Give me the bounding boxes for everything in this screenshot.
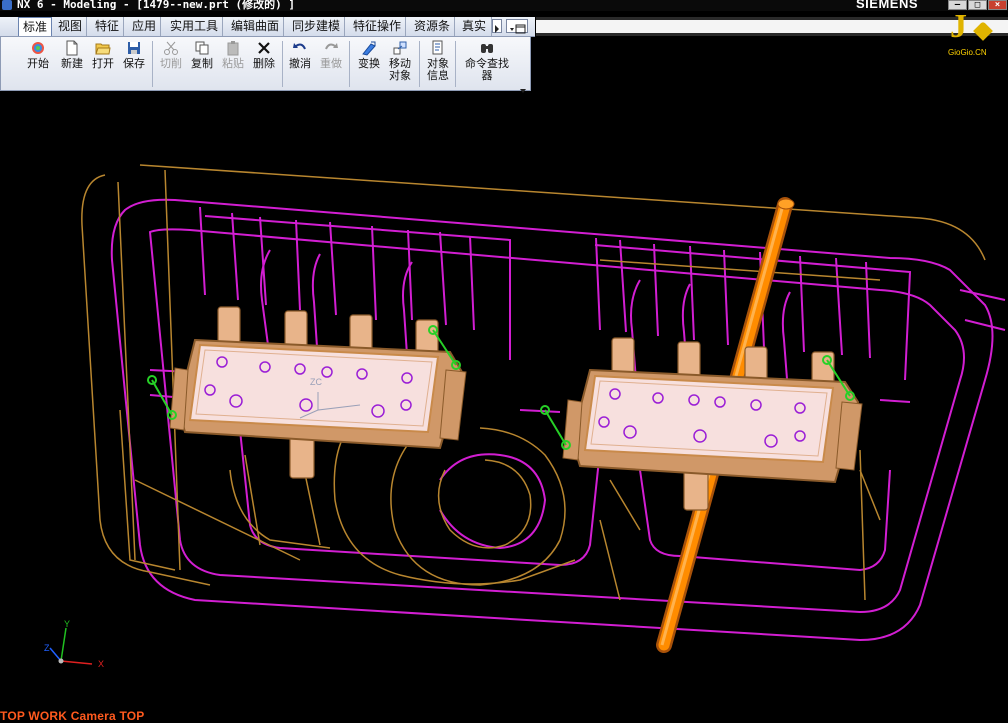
window-title: NX 6 - Modeling - [1479--new.prt (修改的) ]: [17, 0, 296, 11]
save-button[interactable]: 保存: [121, 40, 147, 70]
command-finder-icon: [481, 44, 493, 53]
transform-button[interactable]: 变换: [355, 40, 383, 70]
toolbar-tab-bar: 标准 视图 特征 应用 实用工具 编辑曲面 同步建模 特征操作 资源条 真实: [0, 17, 535, 37]
svg-text:X: X: [98, 659, 104, 669]
redo-button[interactable]: 重做: [318, 40, 344, 70]
manifold-block-left: [147, 306, 467, 479]
tab-real[interactable]: 真实: [458, 17, 492, 36]
toolbar-separator: [419, 41, 420, 87]
nx-app-icon[interactable]: [2, 0, 12, 10]
manifold-block-right: [540, 337, 863, 511]
save-icon: [128, 42, 140, 54]
svg-text:ZC: ZC: [310, 377, 322, 387]
copy-button[interactable]: 复制: [189, 40, 215, 70]
tab-synchronous-modeling[interactable]: 同步建模: [288, 17, 346, 36]
toolbar-separator: [282, 41, 283, 87]
graphics-window[interactable]: ZC X Y Z: [0, 100, 1008, 705]
command-finder-button[interactable]: 命令查找器: [461, 40, 513, 82]
toolbar-separator: [349, 41, 350, 87]
undo-button[interactable]: 撤消: [287, 40, 313, 70]
object-info-button[interactable]: 对象信息: [424, 40, 452, 82]
tab-feature-operation[interactable]: 特征操作: [349, 17, 407, 36]
open-button[interactable]: 打开: [90, 40, 116, 70]
new-file-icon: [66, 40, 78, 56]
toolbar-options-icon[interactable]: [506, 19, 528, 34]
toolbar-separator: [152, 41, 153, 87]
copy-icon: [195, 41, 209, 55]
tab-view[interactable]: 视图: [54, 17, 88, 36]
start-button[interactable]: 开始: [23, 40, 53, 70]
cut-icon: [164, 41, 178, 55]
redo-icon: [325, 43, 338, 50]
start-icon: [32, 42, 44, 54]
menubar-strip: [536, 17, 1008, 36]
delete-icon: [258, 42, 270, 54]
object-info-icon: [432, 40, 443, 55]
standard-toolbar: 开始 新建 打开 保存 切削 复制 粘贴 删除 撤消 重做 变换 移动对象 对象…: [0, 37, 531, 93]
move-object-button[interactable]: 移动对象: [386, 40, 414, 82]
paste-button[interactable]: 粘贴: [220, 40, 246, 70]
giogio-logo: J GioGio.CN: [946, 8, 1000, 60]
paste-icon: [227, 41, 239, 56]
svg-text:Y: Y: [64, 619, 70, 629]
move-object-icon: [393, 41, 407, 55]
tab-standard[interactable]: 标准: [18, 17, 53, 36]
tab-application[interactable]: 应用: [128, 17, 162, 36]
tab-resource-bar[interactable]: 资源条: [410, 17, 456, 36]
tab-scroll-right-icon[interactable]: [492, 19, 502, 33]
view-triad: X Y Z: [44, 619, 104, 669]
delete-button[interactable]: 删除: [251, 40, 277, 70]
new-button[interactable]: 新建: [59, 40, 85, 70]
open-folder-icon: [95, 43, 111, 55]
title-bar: NX 6 - Modeling - [1479--new.prt (修改的) ]…: [0, 0, 1008, 11]
toolbar-separator: [455, 41, 456, 87]
tab-feature[interactable]: 特征: [91, 17, 125, 36]
cut-button[interactable]: 切削: [158, 40, 184, 70]
heart-icon: [973, 21, 993, 41]
svg-text:Z: Z: [44, 643, 50, 653]
tab-edit-surface[interactable]: 编辑曲面: [227, 17, 285, 36]
toolbar-overflow-icon[interactable]: [519, 79, 527, 98]
brand-label: SIEMENS: [856, 0, 919, 11]
undo-icon: [293, 43, 306, 50]
transform-icon: [362, 41, 376, 56]
tab-utilities[interactable]: 实用工具: [166, 17, 224, 36]
